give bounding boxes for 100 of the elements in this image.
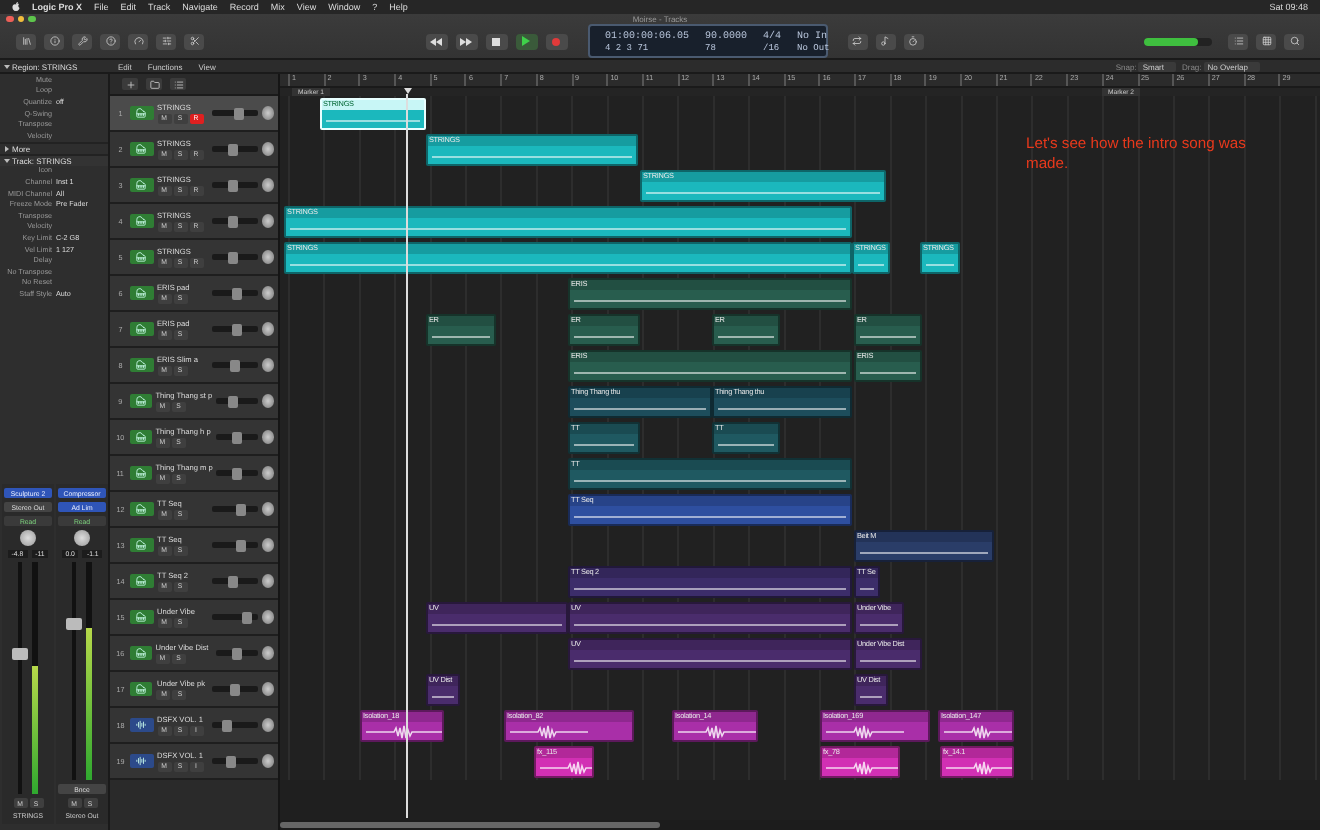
- keyboard-icon: [130, 430, 152, 444]
- note-line: [860, 588, 874, 590]
- pan-knob[interactable]: [261, 718, 275, 732]
- keyboard-icon: [130, 322, 153, 336]
- keyboard-icon: [130, 178, 153, 192]
- playhead[interactable]: [404, 88, 410, 818]
- volume-slider[interactable]: [212, 110, 258, 116]
- apple-icon[interactable]: [12, 2, 20, 12]
- list-button[interactable]: [170, 78, 186, 90]
- zoom-button[interactable]: [28, 15, 35, 23]
- note-line: [326, 120, 420, 122]
- toolbar-button[interactable]: [72, 33, 92, 49]
- note-line: [860, 660, 916, 662]
- pan-knob[interactable]: [261, 646, 274, 660]
- master-volume-slider[interactable]: [1144, 37, 1212, 45]
- pan-knob[interactable]: [261, 610, 275, 624]
- note-line: [718, 408, 846, 410]
- transport-button[interactable]: [515, 33, 537, 49]
- note-line: [860, 624, 898, 626]
- pan-knob[interactable]: [261, 538, 275, 552]
- info-button[interactable]: [44, 33, 64, 49]
- search-button[interactable]: [1284, 33, 1304, 49]
- note-line: [574, 408, 706, 410]
- pan-knob[interactable]: [261, 358, 275, 372]
- keyboard-icon: [130, 214, 153, 228]
- disclosure-right-icon[interactable]: [4, 145, 10, 152]
- pan-knob[interactable]: [261, 214, 275, 228]
- pan-knob[interactable]: [20, 530, 36, 546]
- pan-knob[interactable]: [261, 322, 275, 336]
- keyboard-icon: [130, 286, 153, 300]
- note-line: [860, 552, 988, 554]
- keyboard-icon: [130, 142, 153, 156]
- cycle-button[interactable]: [847, 33, 867, 49]
- mixer-button[interactable]: [156, 33, 176, 49]
- keyboard-icon: [130, 610, 153, 624]
- note-line: [574, 336, 634, 338]
- keyboard-icon: [130, 502, 153, 516]
- note-line: [860, 336, 916, 338]
- keyboard-icon: [130, 394, 152, 408]
- note-line: [574, 444, 634, 446]
- add-track-button[interactable]: [122, 78, 138, 90]
- note-line: [718, 336, 774, 338]
- disclosure-down-icon[interactable]: [4, 157, 10, 164]
- record-icon: [552, 37, 560, 45]
- keyboard-icon: [130, 574, 153, 588]
- waveform-drawing: [510, 722, 590, 740]
- transport-button[interactable]: [455, 33, 477, 49]
- note-line: [860, 372, 916, 374]
- waveform-drawing: [826, 758, 898, 776]
- pan-knob[interactable]: [261, 502, 275, 516]
- smart-controls-button[interactable]: [128, 33, 148, 49]
- waveform-icon: [130, 718, 153, 732]
- rewind-icon: [430, 37, 442, 45]
- pan-knob[interactable]: [261, 754, 275, 768]
- minimize-button[interactable]: [17, 15, 24, 23]
- pan-knob[interactable]: [74, 530, 90, 546]
- keyboard-icon: [130, 466, 152, 480]
- keyboard-icon: [130, 682, 153, 696]
- play-icon: [522, 36, 530, 46]
- note-line: [860, 696, 882, 698]
- transport-button[interactable]: [485, 33, 507, 49]
- scissors-button[interactable]: [184, 33, 204, 49]
- folder-button[interactable]: [146, 78, 162, 90]
- pan-knob[interactable]: [261, 574, 275, 588]
- stop-icon: [492, 37, 500, 45]
- grid-button[interactable]: [1256, 33, 1276, 49]
- keyboard-icon: [130, 538, 153, 552]
- note-line: [432, 336, 490, 338]
- fast-forward-icon: [460, 37, 472, 45]
- waveform-drawing: [826, 722, 906, 740]
- fader-handle[interactable]: [12, 648, 28, 661]
- pan-knob[interactable]: [261, 682, 274, 696]
- note-line: [926, 264, 954, 266]
- waveform-drawing: [366, 722, 442, 740]
- pan-knob[interactable]: [261, 142, 275, 156]
- pan-knob[interactable]: [261, 250, 275, 264]
- waveform-drawing: [946, 758, 1012, 776]
- list-button[interactable]: [1228, 33, 1248, 49]
- close-button[interactable]: [6, 15, 13, 23]
- keyboard-icon: [130, 358, 153, 372]
- pan-knob[interactable]: [261, 106, 275, 120]
- note-line: [718, 444, 774, 446]
- pan-knob[interactable]: [261, 466, 274, 480]
- note-line: [432, 696, 454, 698]
- library-button[interactable]: [16, 33, 36, 49]
- pan-knob[interactable]: [261, 394, 274, 408]
- keyboard-icon: [130, 250, 153, 264]
- waveform-drawing: [944, 722, 1012, 740]
- pan-knob[interactable]: [261, 178, 275, 192]
- waveform-icon: [130, 754, 153, 768]
- waveform-drawing: [678, 722, 756, 740]
- fader-handle[interactable]: [66, 617, 82, 630]
- help-button[interactable]: [100, 33, 120, 49]
- transport-button[interactable]: [425, 33, 447, 49]
- tuner-button[interactable]: [875, 33, 895, 49]
- pan-knob[interactable]: [261, 430, 274, 444]
- note-line: [858, 264, 884, 266]
- note-line: [432, 624, 562, 626]
- count-in-button[interactable]: [903, 33, 923, 49]
- pan-knob[interactable]: [261, 286, 275, 300]
